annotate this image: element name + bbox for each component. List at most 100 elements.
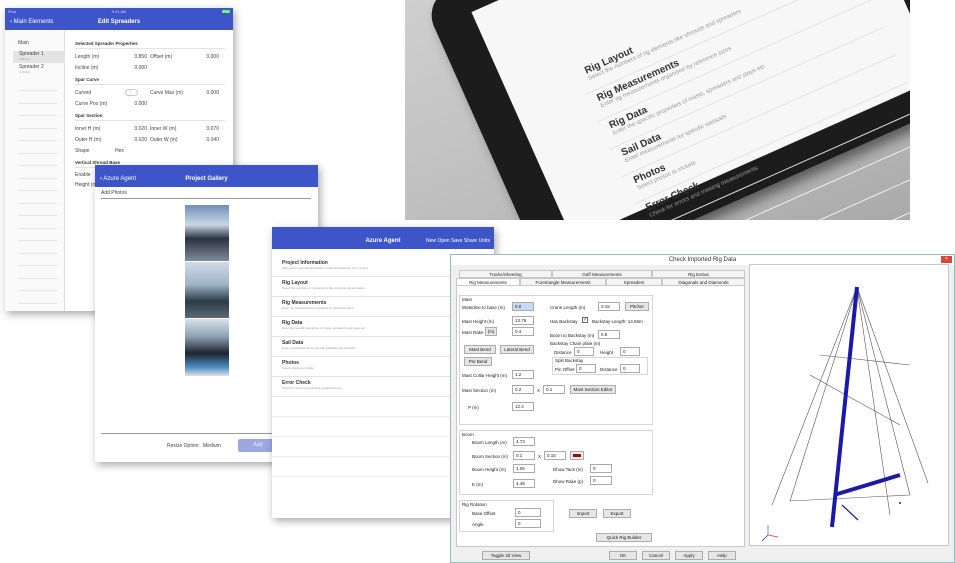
e-input[interactable]: 4.49 (513, 479, 535, 488)
chainplate-distance-input[interactable]: 0 (574, 347, 594, 356)
waterline-label: Waterline to base (m) (462, 305, 505, 310)
curve-max-label: Curve Max (m) (150, 90, 184, 96)
outer-w-field[interactable]: 0.040 (187, 137, 219, 143)
masthead-marker (899, 502, 901, 504)
tab-tracks-sheeting[interactable]: Tracks/Sheeting (459, 270, 552, 278)
spreader-shape (841, 504, 859, 521)
share-button[interactable]: Share (464, 238, 477, 244)
cancel-button[interactable]: Cancel (642, 551, 670, 560)
chainplate-height-input[interactable]: 0 (620, 347, 640, 356)
page-title: Project Gallery (185, 176, 228, 182)
add-button-label: Add (253, 442, 263, 448)
sidebar-item-spreader-1[interactable]: Spreader 1 1.50 (m) (13, 51, 65, 63)
boom-backstay-label: Boom to Backstay (m) (550, 333, 595, 338)
tab-rig-extras[interactable]: Rig Extras (652, 270, 745, 278)
pre-bend-button[interactable]: Pre Bend (464, 357, 492, 366)
close-button[interactable]: × (941, 256, 952, 263)
mast-collar-input[interactable]: 1.2 (512, 370, 534, 379)
page-title: Edit Spreaders (97, 19, 141, 25)
sidebar-row-divider (19, 127, 57, 129)
crane-length-input[interactable]: 0.15 (598, 302, 620, 311)
mast-section-b-input[interactable]: 0.1 (543, 385, 565, 394)
export-button[interactable]: Export (603, 509, 631, 518)
mast-section-editor-button[interactable]: Mast Section Editor (570, 385, 616, 394)
sidebar-item-sub: 1.50 (m) (19, 57, 31, 61)
sidebar-row-divider (19, 227, 57, 229)
mast-section-a-input[interactable]: 0.2 (512, 385, 534, 394)
inner-h-label: Inner H (m) (75, 126, 101, 132)
boom-height-input[interactable]: 1.06 (513, 464, 535, 473)
mast-section-label: Mast Section (m) (462, 388, 497, 393)
dhow-tack-input[interactable]: 0 (590, 464, 612, 473)
save-button[interactable]: Save (451, 238, 462, 244)
curve-max-field[interactable]: 0.000 (187, 90, 219, 96)
angle-input[interactable]: 0 (515, 519, 541, 528)
base-offset-label: Base Offset (472, 511, 496, 516)
boom-group-label: Boom (462, 432, 474, 437)
axis-x-icon (767, 534, 779, 538)
rig-3d-view[interactable] (749, 264, 949, 546)
tab-gaff-measurements[interactable]: Gaff Measurements (552, 270, 652, 278)
waterline-input[interactable]: 0.0 (512, 302, 534, 311)
p-label: P (m) (468, 405, 479, 410)
mast-rake-label: Mast Rake (462, 330, 484, 335)
mast-height-input[interactable]: 13.76 (512, 316, 534, 325)
sidebar-row-divider (19, 90, 57, 91)
boom-height-label: Boom Height (m) (472, 467, 507, 472)
pitcher-button[interactable]: Pitcher (625, 302, 649, 311)
curved-toggle[interactable] (125, 89, 138, 96)
open-button[interactable]: Open (437, 238, 449, 244)
toggle-3d-view-button[interactable]: Toggle 3d View (482, 551, 530, 560)
base-offset-input[interactable]: 0 (515, 508, 541, 517)
has-backstay-label: Has Backstay (550, 319, 578, 324)
ok-button[interactable]: OK (609, 551, 637, 560)
inner-h-field[interactable]: 0.020 (115, 126, 147, 132)
mast-bend-button[interactable]: Mast Bend (464, 345, 496, 354)
pin-offset-input[interactable]: 0 (576, 364, 596, 373)
pin-offset-label: Pin Offset (555, 367, 575, 372)
outer-h-field[interactable]: 0.020 (115, 137, 147, 143)
apply-button[interactable]: Apply (675, 551, 703, 560)
mast-group-label: Mast (462, 297, 472, 302)
boom-color-button[interactable] (570, 451, 584, 460)
boom-backstay-input[interactable]: 0.8 (598, 330, 620, 339)
sidebar-row-divider (19, 190, 57, 191)
add-photos-button[interactable]: Add Photos (101, 190, 127, 196)
dialog-title: Check Imported Rig Data (668, 257, 737, 263)
new-button[interactable]: New (426, 238, 436, 244)
boom-shape (833, 473, 901, 497)
import-button[interactable]: Import (569, 509, 597, 518)
boom-length-label: Boom Length (m) (472, 440, 507, 445)
chainplate-distance-label: Distance (554, 350, 572, 355)
incline-field[interactable]: 0.000 (115, 65, 147, 71)
sidebar-row-divider (19, 252, 57, 254)
p-input[interactable]: 12.4 (512, 402, 534, 411)
sidebar-row-divider (19, 290, 57, 291)
boom-length-input[interactable]: 4.73 (513, 437, 535, 446)
inner-w-label: Inner W (m) (150, 126, 177, 132)
dhow-rake-input[interactable]: 0 (590, 476, 612, 485)
resize-option-select[interactable]: Medium (203, 443, 221, 449)
help-button[interactable]: Help (708, 551, 736, 560)
shape-field[interactable]: Hex (115, 148, 124, 154)
has-backstay-checkbox[interactable]: ✓ (582, 317, 588, 323)
photo-1[interactable] (185, 205, 229, 261)
mast-rake-input[interactable]: 0.4 (512, 327, 534, 336)
quick-rig-builder-button[interactable]: Quick Rig Builder (596, 533, 652, 542)
boom-section-a-input[interactable]: 0.1 (513, 451, 535, 460)
sidebar: Main Spreader 1 1.50 (m) Spreader 2 0.70… (5, 30, 65, 311)
photo-3[interactable] (185, 319, 229, 376)
photo-2[interactable] (185, 262, 229, 318)
length-field[interactable]: 0.850 (115, 54, 147, 60)
inner-w-field[interactable]: 0.070 (187, 126, 219, 132)
offset-field[interactable]: 0.000 (187, 54, 219, 60)
sidebar-item-spreader-2[interactable]: Spreader 2 0.70 (m) (13, 64, 65, 76)
mast-rake-unit-button[interactable]: (m) (485, 327, 497, 336)
units-button[interactable]: Units (479, 238, 490, 244)
split-distance-input[interactable]: 0 (620, 364, 640, 373)
lateral-bend-button[interactable]: Lateral Bend (500, 345, 534, 354)
tablet-menu: Rig Layout Select the numbers of rig elem… (572, 0, 910, 220)
curve-pos-label: Curve Pos (m) (75, 101, 108, 107)
boom-section-b-input[interactable]: 0.15 (544, 451, 566, 460)
curve-pos-field[interactable]: 0.000 (115, 101, 147, 107)
